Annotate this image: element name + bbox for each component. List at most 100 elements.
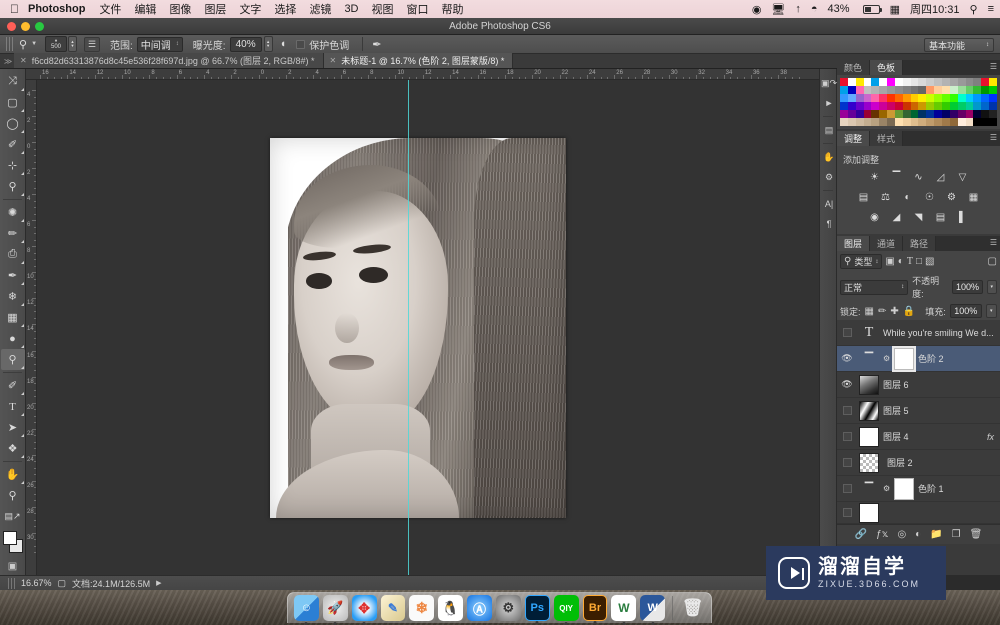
table-row[interactable]: 👁 图层 6 (837, 372, 1000, 398)
swatch-0-10[interactable] (918, 78, 927, 86)
swatch-5-1[interactable] (847, 118, 856, 126)
notification-center-icon[interactable]: ≡ (988, 3, 994, 15)
menu-3d[interactable]: 3D (344, 3, 358, 15)
swatch-5-14[interactable] (949, 118, 958, 126)
layer-filter-type-select[interactable]: ⚲ 类型 ↕ (840, 254, 883, 269)
layer-mask-thumbnail[interactable] (892, 345, 916, 372)
swatch-4-16[interactable] (965, 110, 974, 118)
swatch-4-7[interactable] (894, 110, 903, 118)
swatch-3-10[interactable] (918, 102, 927, 110)
menu-layer[interactable]: 图层 (204, 1, 226, 17)
swatch-4-4[interactable] (871, 110, 880, 118)
quick-selection-tool[interactable]: ✐ (1, 134, 25, 155)
swatch-3-9[interactable] (910, 102, 919, 110)
swatch-5-6[interactable] (887, 118, 895, 126)
pixel-filter-icon[interactable]: ▣ (885, 256, 894, 267)
swatch-1-6[interactable] (887, 86, 895, 94)
exposure-input[interactable]: 40% (229, 36, 262, 52)
swatch-1-16[interactable] (965, 86, 974, 94)
swatch-2-6[interactable] (887, 94, 895, 102)
table-row[interactable]: 👁 ▔ ⚙ 色阶 2 (837, 345, 1000, 372)
foreground-color-swatch[interactable] (2, 531, 17, 545)
swatch-4-6[interactable] (887, 110, 895, 118)
menu-edit[interactable]: 编辑 (134, 1, 156, 17)
swatch-1-5[interactable] (879, 86, 888, 94)
swatch-2-5[interactable] (879, 94, 888, 102)
swatch-2-14[interactable] (949, 94, 958, 102)
color-lookup-icon[interactable]: ▦ (965, 190, 982, 205)
swatch-2-18[interactable] (981, 94, 990, 102)
swatch-4-5[interactable] (879, 110, 888, 118)
tool-preset-chevron-icon[interactable]: ▼ (31, 41, 37, 47)
swatch-0-18[interactable] (981, 78, 990, 86)
brush-tool[interactable]: ✏ (1, 223, 25, 244)
photo-filter-icon[interactable]: ☉ (921, 190, 938, 205)
panel-menu-icon[interactable]: ☰ (990, 62, 997, 71)
swatch-0-4[interactable] (871, 78, 880, 86)
proxy-preview-icon[interactable]: ▢ (58, 578, 67, 589)
dock-item-launchpad[interactable]: 🚀 (322, 595, 348, 625)
clone-stamp-tool[interactable]: ⎙ (1, 244, 25, 265)
swatch-2-2[interactable] (855, 94, 864, 102)
swatch-0-8[interactable] (902, 78, 911, 86)
curves-icon[interactable]: ∿ (910, 170, 927, 185)
swatch-3-6[interactable] (887, 102, 895, 110)
swatch-3-11[interactable] (926, 102, 935, 110)
swatch-4-3[interactable] (863, 110, 872, 118)
swatch-0-17[interactable] (973, 78, 982, 86)
workspace-selector[interactable]: 基本功能 ↕ (924, 38, 994, 52)
swatch-1-8[interactable] (902, 86, 911, 94)
swatch-0-15[interactable] (957, 78, 966, 86)
lock-position-icon[interactable]: ✚ (890, 306, 898, 317)
swatch-1-10[interactable] (918, 86, 927, 94)
brush-panel-icon[interactable]: ☰ (84, 36, 101, 52)
character-panel-icon[interactable]: A| (820, 194, 838, 214)
menu-file[interactable]: 文件 (99, 1, 121, 17)
delete-layer-icon[interactable]: 🗑 (970, 529, 983, 540)
swatch-3-1[interactable] (847, 102, 856, 110)
swatch-4-10[interactable] (918, 110, 927, 118)
close-button[interactable] (7, 22, 16, 31)
bluetooth-icon[interactable]: ↑ (795, 3, 801, 15)
tab-adjustments[interactable]: 调整 (837, 131, 871, 146)
swatch-3-7[interactable] (894, 102, 903, 110)
history-brush-tool[interactable]: ✒ (1, 265, 25, 286)
link-mask-icon[interactable]: ⚙ (883, 484, 890, 493)
history-panel-icon[interactable]: ▣↷ (820, 73, 838, 93)
swatch-3-13[interactable] (942, 102, 950, 110)
swatch-4-11[interactable] (926, 110, 935, 118)
swatch-3-17[interactable] (973, 102, 982, 110)
swatch-4-15[interactable] (957, 110, 966, 118)
table-row[interactable]: 图层 4 fx (837, 424, 1000, 450)
swatch-1-0[interactable] (840, 86, 848, 94)
selective-color-icon[interactable]: ▤ (932, 210, 949, 225)
lock-transparent-icon[interactable]: ▦ (865, 306, 874, 317)
tab-styles[interactable]: 样式 (870, 131, 904, 146)
menu-type[interactable]: 文字 (239, 1, 261, 17)
dock-item-bridge[interactable]: Br (582, 595, 608, 624)
path-selection-tool[interactable]: ➤ (1, 417, 25, 438)
swatch-4-1[interactable] (847, 110, 856, 118)
dock-item-photos[interactable]: ❄ (409, 595, 435, 621)
swatch-grid[interactable] (840, 78, 997, 126)
swatch-5-11[interactable] (926, 118, 935, 126)
hue-saturation-icon[interactable]: ▤ (855, 190, 872, 205)
lasso-tool[interactable]: ◯ (1, 113, 25, 134)
black-white-icon[interactable]: ◐ (899, 190, 916, 205)
swatch-1-3[interactable] (863, 86, 872, 94)
swatch-5-19[interactable] (989, 118, 997, 126)
swatch-4-13[interactable] (942, 110, 950, 118)
airbrush-icon[interactable]: ◖ (280, 38, 287, 50)
dock-item-word[interactable]: W (640, 595, 666, 625)
swatch-0-6[interactable] (887, 78, 895, 86)
layer-visibility-toggle[interactable] (839, 406, 855, 415)
layer-style-icon[interactable]: ƒ𝕩 (876, 529, 888, 540)
menu-view[interactable]: 视图 (372, 1, 394, 17)
menu-image[interactable]: 图像 (169, 1, 191, 17)
apple-icon[interactable]:  (10, 3, 19, 15)
swatch-5-3[interactable] (863, 118, 872, 126)
swatch-2-12[interactable] (934, 94, 943, 102)
swatch-5-16[interactable] (965, 118, 974, 126)
minimize-button[interactable] (21, 22, 30, 31)
brush-size-stepper[interactable]: ▲ ▼ (68, 36, 78, 52)
